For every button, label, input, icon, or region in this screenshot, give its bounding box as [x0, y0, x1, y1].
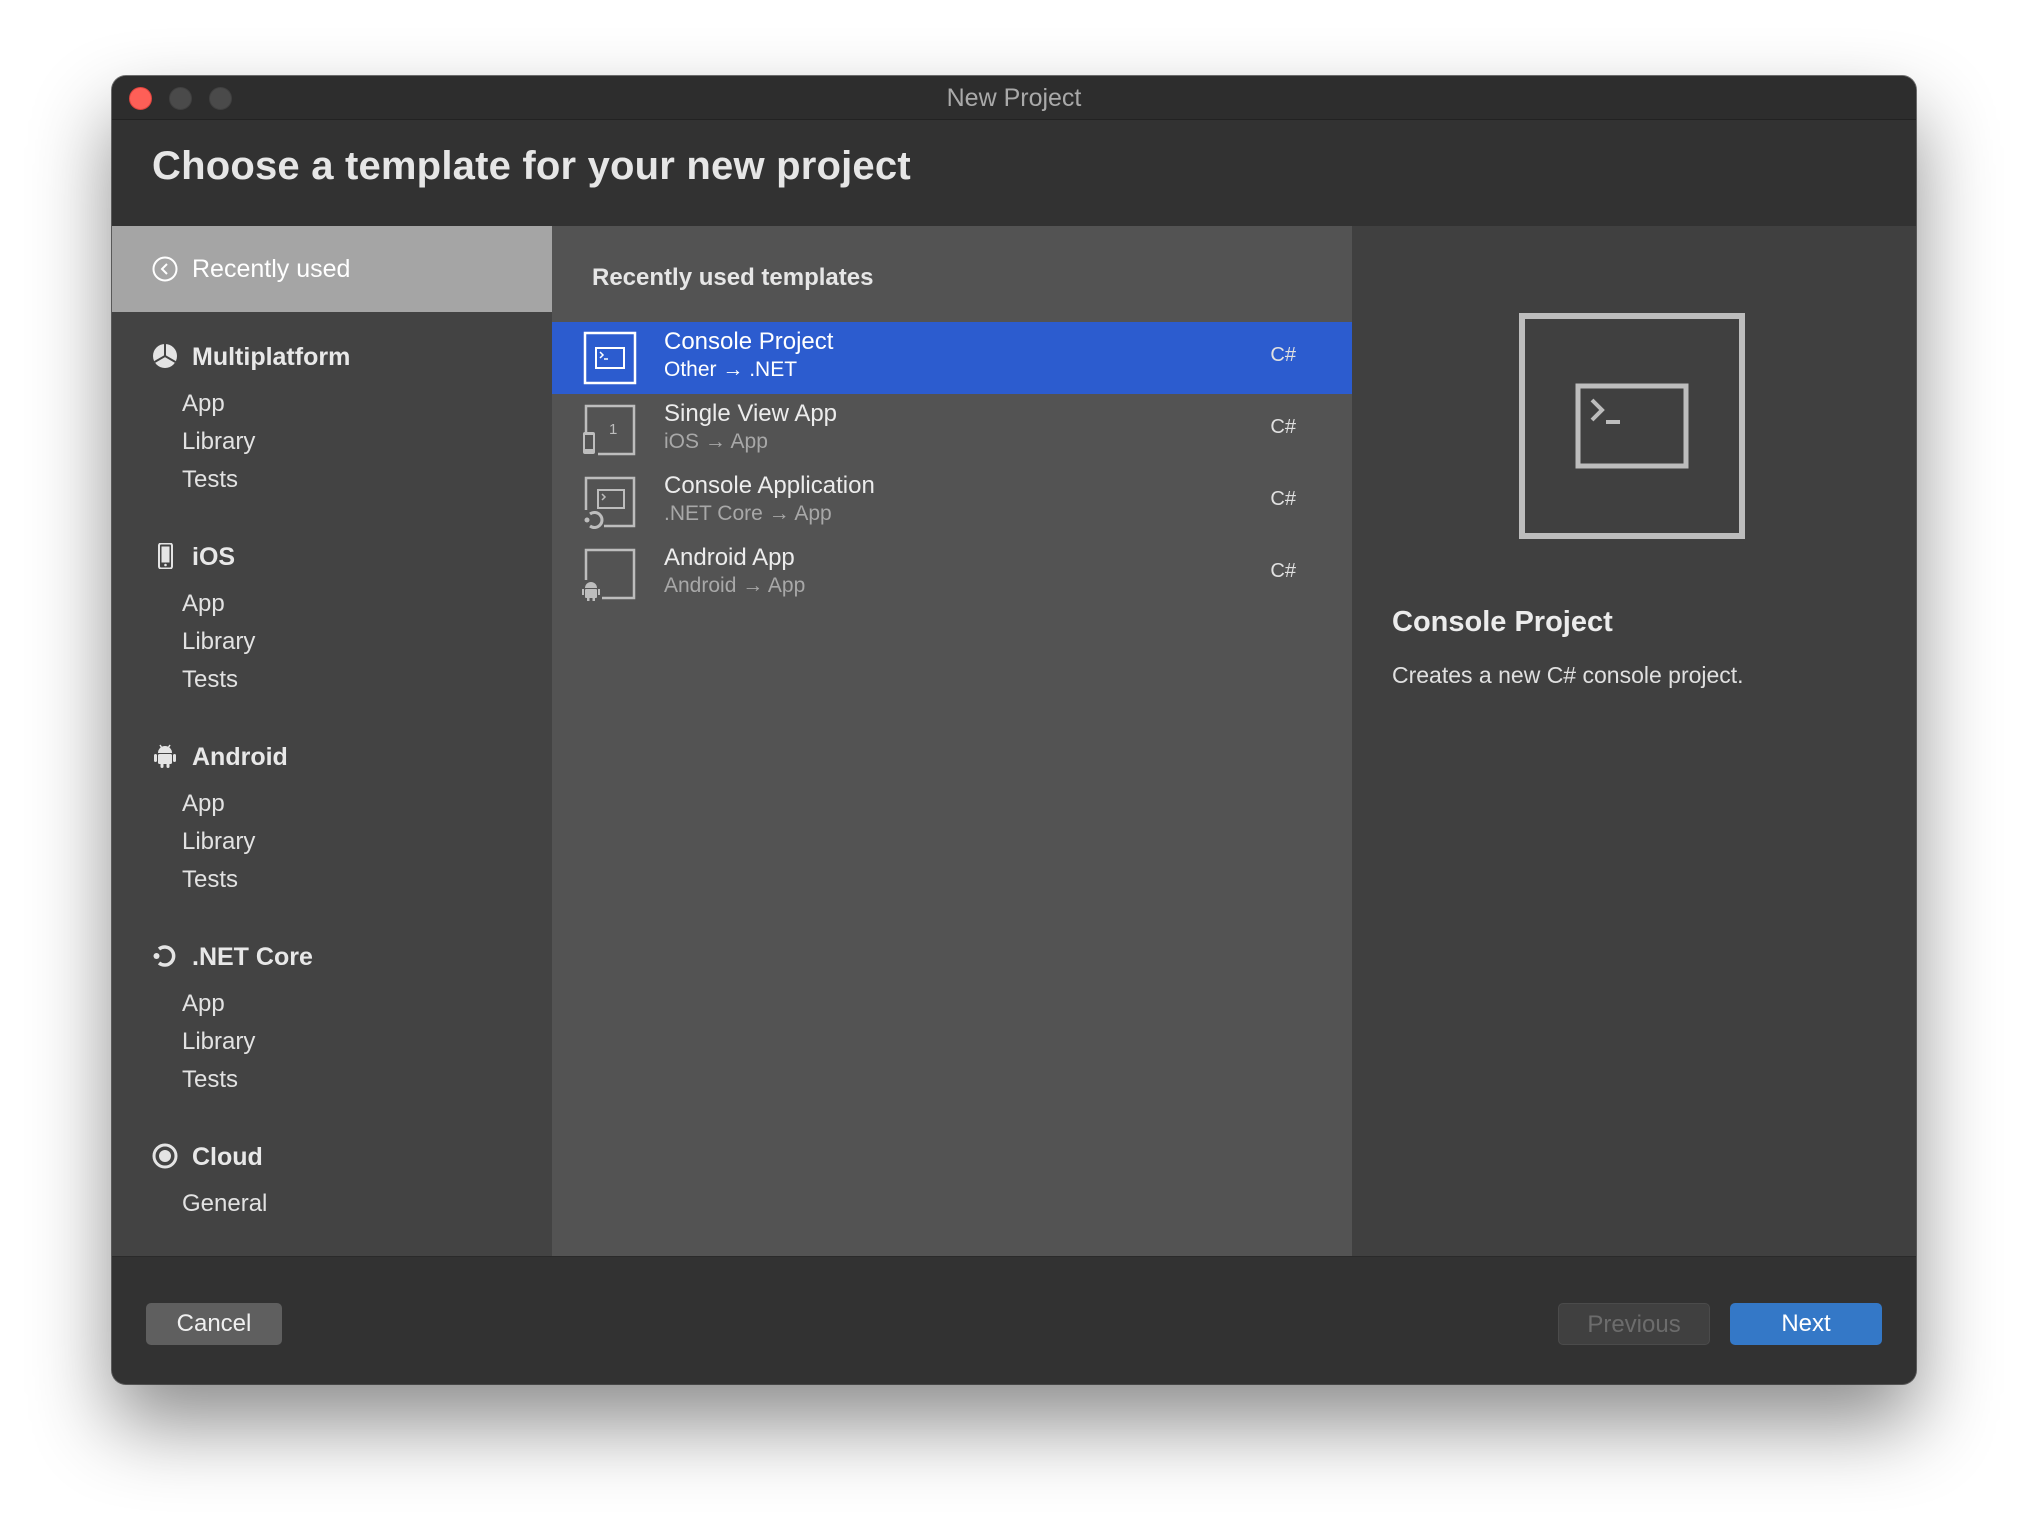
sidebar-header-android[interactable]: Android — [112, 737, 552, 777]
sidebar-header-dotnet-core[interactable]: .NET Core — [112, 937, 552, 977]
template-language: C# — [1270, 560, 1296, 582]
cancel-button[interactable]: Cancel — [146, 1303, 282, 1345]
category-sidebar: Recently used Multiplatform App Library … — [112, 226, 552, 1256]
template-details-panel: Console Project Creates a new C# console… — [1352, 226, 1916, 1256]
sidebar-item-multiplatform-library[interactable]: Library — [182, 425, 255, 459]
sidebar-header-ios[interactable]: iOS — [112, 537, 552, 577]
android-icon — [152, 743, 178, 769]
sidebar-item-label: Recently used — [192, 255, 351, 283]
sidebar-category-label: Cloud — [192, 1143, 263, 1171]
phone-icon — [152, 543, 178, 569]
template-path: iOS → App — [664, 430, 768, 453]
template-item-console-project[interactable]: Console Project Other → .NET C# — [552, 322, 1352, 394]
sidebar-item-recently-used[interactable]: Recently used — [112, 226, 552, 312]
sidebar-item-android-library[interactable]: Library — [182, 825, 255, 859]
svg-text:1: 1 — [609, 421, 617, 438]
sidebar-category-label: Android — [192, 743, 288, 771]
dotnet-core-icon — [152, 943, 178, 969]
template-name: Console Application — [664, 472, 875, 499]
template-item-single-view-app[interactable]: 1 Single View App iOS → App C# — [552, 394, 1352, 466]
dotnet-console-template-icon — [582, 474, 638, 530]
multiplatform-icon — [152, 343, 178, 369]
console-template-icon — [582, 330, 638, 386]
template-language: C# — [1270, 344, 1296, 366]
sidebar-item-dotnet-core-library[interactable]: Library — [182, 1025, 255, 1059]
sidebar-item-ios-tests[interactable]: Tests — [182, 663, 238, 697]
sidebar-item-multiplatform-app[interactable]: App — [182, 387, 225, 421]
title-bar: New Project — [112, 76, 1916, 120]
sidebar-item-dotnet-core-app[interactable]: App — [182, 987, 225, 1021]
template-path: .NET Core → App — [664, 502, 832, 525]
template-language: C# — [1270, 416, 1296, 438]
sidebar-item-ios-app[interactable]: App — [182, 587, 225, 621]
page-title: Choose a template for your new project — [152, 144, 911, 188]
sidebar-header-multiplatform[interactable]: Multiplatform — [112, 337, 552, 377]
template-language: C# — [1270, 488, 1296, 510]
template-item-android-app[interactable]: Android App Android → App C# — [552, 538, 1352, 610]
console-preview-icon — [1518, 312, 1746, 540]
sidebar-category-label: iOS — [192, 543, 236, 571]
sidebar-header-cloud[interactable]: Cloud — [112, 1137, 552, 1177]
previous-button[interactable]: Previous — [1558, 1303, 1710, 1345]
next-button[interactable]: Next — [1730, 1303, 1882, 1345]
template-list-title: Recently used templates — [592, 264, 874, 291]
cloud-icon — [152, 1143, 178, 1169]
template-path: Android → App — [664, 574, 806, 597]
android-app-template-icon — [582, 546, 638, 602]
template-list-panel: Recently used templates Console Project … — [552, 226, 1352, 1256]
ios-app-template-icon: 1 — [582, 402, 638, 458]
dialog-header: Choose a template for your new project — [112, 120, 1916, 226]
dialog-body: Recently used Multiplatform App Library … — [112, 226, 1916, 1256]
sidebar-item-dotnet-core-tests[interactable]: Tests — [182, 1063, 238, 1097]
sidebar-item-android-tests[interactable]: Tests — [182, 863, 238, 897]
template-item-console-application[interactable]: Console Application .NET Core → App C# — [552, 466, 1352, 538]
template-name: Console Project — [664, 328, 834, 355]
clock-icon — [152, 256, 178, 282]
sidebar-item-multiplatform-tests[interactable]: Tests — [182, 463, 238, 497]
template-path: Other → .NET — [664, 358, 798, 381]
sidebar-item-cloud-general[interactable]: General — [182, 1187, 267, 1221]
sidebar-category-label: Multiplatform — [192, 343, 351, 371]
sidebar-item-ios-library[interactable]: Library — [182, 625, 255, 659]
sidebar-category-label: .NET Core — [192, 943, 313, 971]
template-details-title: Console Project — [1392, 606, 1613, 638]
template-name: Single View App — [664, 400, 838, 427]
template-name: Android App — [664, 544, 795, 571]
dialog-footer: Cancel Previous Next — [112, 1256, 1916, 1384]
new-project-window: New Project Choose a template for your n… — [112, 76, 1916, 1384]
window-title: New Project — [946, 84, 1082, 112]
template-details-description: Creates a new C# console project. — [1392, 662, 1744, 688]
sidebar-item-android-app[interactable]: App — [182, 787, 225, 821]
